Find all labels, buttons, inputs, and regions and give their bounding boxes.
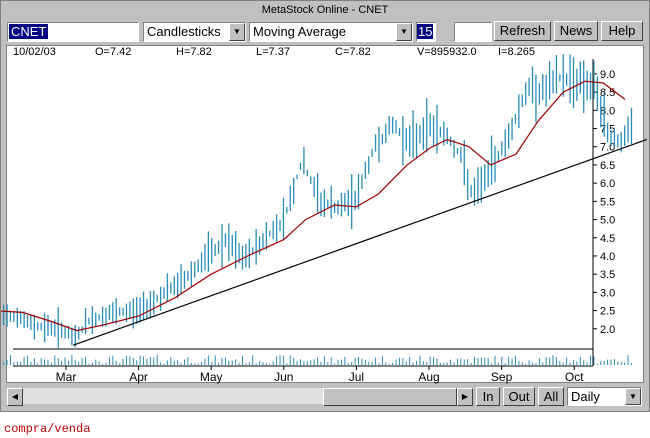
zoom-in-button[interactable]: In	[476, 387, 500, 406]
trendline	[73, 138, 648, 346]
y-tick-label: 3.5	[600, 269, 615, 281]
month-label: Oct	[565, 370, 584, 384]
all-button[interactable]: All	[538, 387, 564, 406]
plot-area: 9.08.58.07.57.06.56.05.55.04.54.03.53.02…	[1, 54, 648, 384]
month-label: May	[200, 370, 223, 384]
month-label: Aug	[418, 370, 439, 384]
horizontal-scrollbar[interactable]: ◀ ▶	[6, 387, 474, 406]
scroll-right-icon[interactable]: ▶	[457, 388, 473, 406]
bottom-bar: ◀ ▶ In Out All Daily ▼	[6, 387, 646, 407]
y-tick-label: 3.0	[600, 287, 615, 299]
y-tick-label: 6.5	[600, 160, 615, 172]
y-tick-label: 8.0	[600, 105, 615, 117]
y-tick-label: 4.5	[600, 233, 615, 245]
chevron-down-icon[interactable]: ▼	[625, 388, 641, 405]
period-select-value: Daily	[571, 389, 600, 404]
chart-window: MetaStock Online - CNET CNET Candlestick…	[0, 0, 650, 412]
y-tick-label: 2.5	[600, 306, 615, 318]
footer-link[interactable]: compra/venda	[4, 422, 90, 436]
y-tick-label: 6.0	[600, 178, 615, 190]
y-tick-label: 4.0	[600, 251, 615, 263]
y-tick-label: 9.0	[600, 69, 615, 81]
scroll-thumb[interactable]	[323, 388, 457, 406]
month-label: Apr	[129, 370, 148, 384]
zoom-out-button[interactable]: Out	[503, 387, 535, 406]
y-tick-label: 2.0	[600, 324, 615, 336]
scroll-left-icon[interactable]: ◀	[7, 388, 23, 406]
period-select[interactable]: Daily ▼	[567, 387, 642, 406]
price-chart: 9.08.58.07.57.06.56.05.55.04.54.03.53.02…	[1, 54, 648, 384]
month-label: Jul	[349, 370, 364, 384]
y-tick-label: 5.0	[600, 215, 615, 227]
month-label: Jun	[274, 370, 293, 384]
y-tick-label: 8.5	[600, 87, 615, 99]
y-tick-label: 5.5	[600, 196, 615, 208]
month-label: Mar	[56, 370, 77, 384]
moving-average-line	[1, 80, 626, 332]
month-label: Sep	[491, 370, 513, 384]
